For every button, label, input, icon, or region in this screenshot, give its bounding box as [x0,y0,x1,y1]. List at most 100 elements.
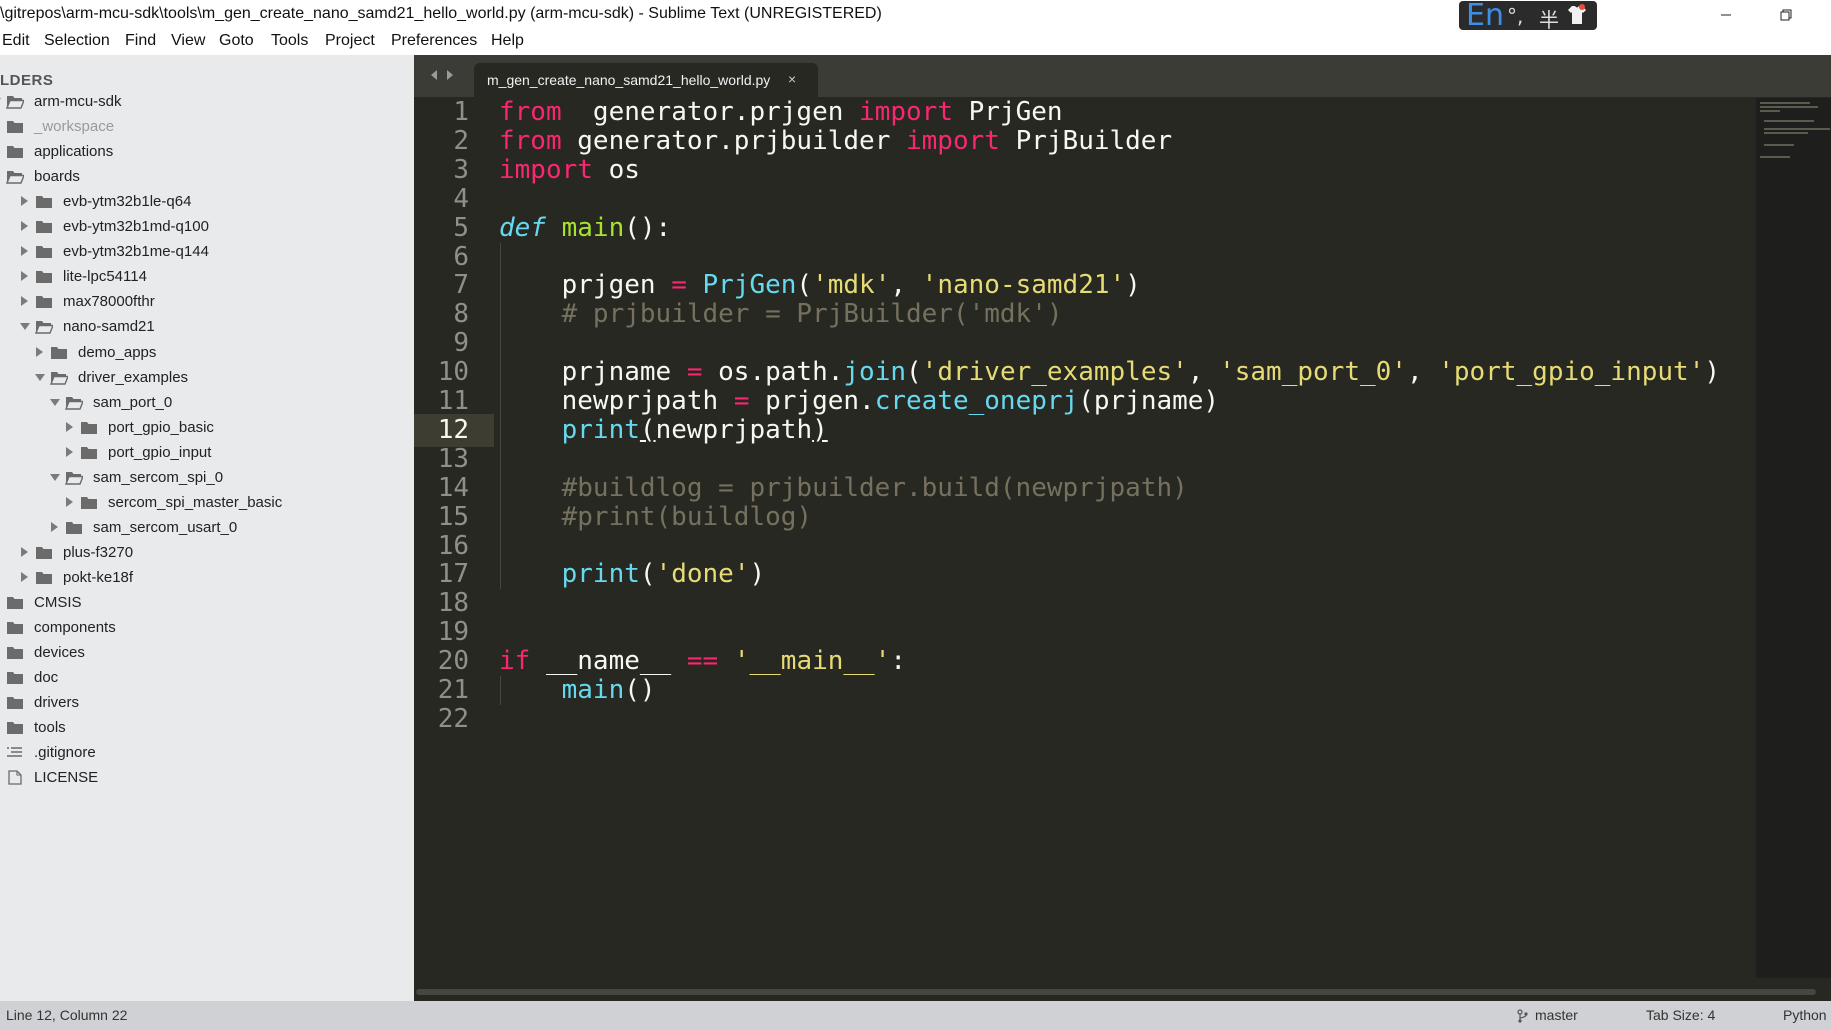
tab-active-file[interactable]: m_gen_create_nano_samd21_hello_world.py … [474,63,818,97]
code-token: 'port_gpio_input' [1438,357,1705,388]
tree-item[interactable]: driver_examples [0,366,414,391]
code-token: PrjGen [702,270,797,301]
tree-item[interactable]: CMSIS [0,591,414,616]
code-token: 'done' [655,559,750,590]
tree-item[interactable]: boards [0,165,414,190]
menu-preferences[interactable]: Preferences [391,32,477,50]
minimap[interactable] [1756,98,1831,978]
code-token: () [624,675,656,705]
code-line[interactable]: 22 [414,703,1756,736]
code-token: ( [639,414,656,445]
chevron-right-icon[interactable] [21,221,28,232]
tree-item[interactable]: evb-ytm32b1le-q64 [0,190,414,215]
tree-item[interactable]: max78000fthr [0,290,414,315]
shirt-icon[interactable] [1565,3,1589,27]
tree-item[interactable]: _workspace [0,115,414,140]
code-token: newprjpath [655,414,813,445]
tree-item[interactable]: LICENSE [0,766,414,791]
horizontal-scrollbar[interactable] [416,989,1816,995]
chevron-down-icon[interactable] [50,398,60,406]
chevron-right-icon[interactable] [36,346,43,357]
menu-help[interactable]: Help [491,32,524,50]
chevron-right-icon[interactable] [21,246,28,257]
tree-item[interactable]: port_gpio_input [0,441,414,466]
code-token: from [499,125,562,156]
file-icon [8,770,22,785]
tree-item[interactable]: evb-ytm32b1md-q100 [0,215,414,240]
tree-item[interactable]: pokt-ke18f [0,566,414,591]
folder-icon [36,271,52,284]
tree-item[interactable]: arm-mcu-sdk [0,90,414,115]
tree-item[interactable]: applications [0,140,414,165]
chevron-right-icon[interactable] [66,496,73,507]
code-token: = [686,357,703,388]
chevron-right-icon[interactable] [21,196,28,207]
chevron-down-icon[interactable] [0,98,1,105]
menu-edit[interactable]: Edit [2,32,30,50]
tree-item-label: CMSIS [34,594,82,611]
code-token: create_oneprj [874,386,1079,416]
ime-width-mode[interactable]: 半 [1539,4,1559,33]
git-branch[interactable]: master [1535,1007,1578,1023]
code-token: generator.prjbuilder [561,125,906,156]
tree-item[interactable]: drivers [0,691,414,716]
folder-icon [7,146,23,159]
syntax-mode[interactable]: Python [1783,1007,1827,1023]
tree-item[interactable]: tools [0,716,414,741]
chevron-right-icon[interactable] [51,521,58,532]
folder-icon [81,496,97,509]
chevron-right-icon[interactable] [66,446,73,457]
chevron-right-icon[interactable] [21,571,28,582]
ime-language[interactable]: En [1466,0,1504,33]
tree-item[interactable]: sercom_spi_master_basic [0,491,414,516]
tree-item[interactable]: plus-f3270 [0,541,414,566]
tree-item[interactable]: demo_apps [0,341,414,366]
tree-item-label: demo_apps [78,343,157,361]
ime-indicator[interactable]: En °, 半 [1459,0,1597,33]
folder-icon [36,546,52,559]
menu-view[interactable]: View [171,32,205,50]
chevron-right-icon[interactable] [66,421,73,432]
chevron-right-icon[interactable] [21,546,28,557]
tab-size[interactable]: Tab Size: 4 [1646,1007,1715,1023]
chevron-down-icon[interactable] [50,473,60,481]
tab-nav-arrows-icon[interactable] [428,68,456,82]
tree-item[interactable]: doc [0,666,414,691]
chevron-down-icon[interactable] [35,373,45,381]
code-area[interactable]: 1 from generator.prjgen import PrjGen 2 fro… [414,97,1756,978]
code-token: 'mdk' [812,270,891,301]
menu-tools[interactable]: Tools [271,32,308,50]
chevron-right-icon[interactable] [21,296,28,307]
code-token: prjgen [499,270,672,301]
git-branch-icon [1517,1009,1528,1023]
tree-item[interactable]: sam_sercom_spi_0 [0,466,414,491]
tree-item[interactable]: lite-lpc54114 [0,265,414,290]
tab-bar: m_gen_create_nano_samd21_hello_world.py … [414,55,1831,97]
minimize-icon[interactable] [1711,4,1741,26]
chevron-right-icon[interactable] [21,271,28,282]
tree-item-label: sercom_spi_master_basic [108,493,283,511]
tree-item[interactable]: nano-samd21 [0,315,414,340]
tree-item-label: evb-ytm32b1md-q100 [63,218,209,236]
tree-item[interactable]: port_gpio_basic [0,416,414,441]
tree-item[interactable]: evb-ytm32b1me-q144 [0,240,414,265]
menu-selection[interactable]: Selection [44,32,110,50]
folder-icon [7,121,23,134]
tree-item-label: port_gpio_input [108,443,212,461]
tree-item[interactable]: components [0,616,414,641]
ime-punctuation[interactable]: °, [1507,4,1523,28]
tree-item[interactable]: .gitignore [0,741,414,766]
tree-item-label: applications [34,143,114,161]
menu-find[interactable]: Find [125,32,156,50]
menu-goto[interactable]: Goto [219,32,254,50]
tree-item[interactable]: sam_sercom_usart_0 [0,516,414,541]
close-icon[interactable]: × [788,71,796,87]
menu-project[interactable]: Project [325,32,375,50]
tree-item[interactable]: sam_port_0 [0,391,414,416]
chevron-down-icon[interactable] [20,323,30,331]
restore-icon[interactable] [1771,4,1801,26]
code-token: os [592,154,640,185]
tree-item[interactable]: devices [0,641,414,666]
